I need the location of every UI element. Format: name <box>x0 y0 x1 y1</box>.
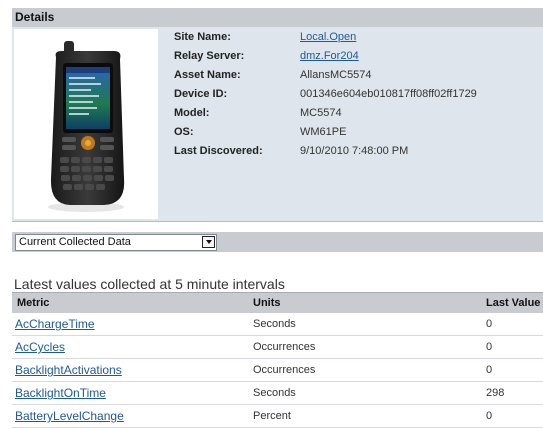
last-value-cell: 0 <box>486 318 493 330</box>
units-cell: Occurrences <box>253 364 316 376</box>
last-value-cell: 298 <box>486 387 505 399</box>
metric-link[interactable]: AcCycles <box>15 340 65 354</box>
table-row: BacklightActivations Occurrences 0 <box>12 359 543 382</box>
relay-server-label: Relay Server: <box>174 50 245 62</box>
units-cell: Occurrences <box>253 341 316 353</box>
asset-name-label: Asset Name: <box>174 69 241 81</box>
data-view-bar: Current Collected Data <box>12 232 543 252</box>
os-value: WM61PE <box>300 126 347 138</box>
units-cell: Seconds <box>253 318 296 330</box>
metric-link[interactable]: AcChargeTime <box>15 317 95 331</box>
device-info: Site Name: Local.Open Relay Server: dmz.… <box>174 30 543 158</box>
device-id-label: Device ID: <box>174 88 228 100</box>
collection-interval-text: Latest values collected at 5 minute inte… <box>14 276 285 292</box>
site-name-label: Site Name: <box>174 31 231 43</box>
metric-link[interactable]: BatteryLevelChange <box>15 409 124 423</box>
table-row: AcChargeTime Seconds 0 <box>12 313 543 336</box>
data-view-select[interactable]: Current Collected Data <box>15 234 217 251</box>
device-id-value: 001346e604eb010817ff08ff02ff1729 <box>300 88 477 100</box>
model-label: Model: <box>174 107 210 119</box>
os-label: OS: <box>174 126 194 138</box>
site-name-link[interactable]: Local.Open <box>300 30 543 44</box>
metric-link[interactable]: BacklightActivations <box>15 363 122 377</box>
last-value-cell: 0 <box>486 410 493 422</box>
table-row: BatteryLevelChange Percent 0 <box>12 405 543 428</box>
last-value-cell: 0 <box>486 364 493 376</box>
table-row: BacklightOnTime Seconds 298 <box>12 382 543 405</box>
model-value: MC5574 <box>300 107 342 119</box>
asset-name-value: AllansMC5574 <box>300 69 372 81</box>
metric-link[interactable]: BacklightOnTime <box>15 386 106 400</box>
handheld-device-icon <box>48 41 125 212</box>
column-header-units[interactable]: Units <box>253 297 281 309</box>
last-value-cell: 0 <box>486 341 493 353</box>
details-title: Details <box>15 10 55 24</box>
last-discovered-label: Last Discovered: <box>174 145 263 157</box>
device-image <box>14 29 158 219</box>
chevron-down-icon[interactable] <box>202 236 215 248</box>
last-discovered-value: 9/10/2010 7:48:00 PM <box>300 145 409 157</box>
column-header-metric[interactable]: Metric <box>17 297 49 309</box>
units-cell: Percent <box>253 410 291 422</box>
details-header: Details <box>12 8 543 28</box>
details-panel: Site Name: Local.Open Relay Server: dmz.… <box>12 27 543 222</box>
metrics-table-header: Metric Units Last Value <box>12 292 543 313</box>
column-header-last-value[interactable]: Last Value <box>486 297 540 309</box>
relay-server-link[interactable]: dmz.For204 <box>300 49 543 63</box>
table-row: AcCycles Occurrences 0 <box>12 336 543 359</box>
units-cell: Seconds <box>253 387 296 399</box>
data-view-select-value: Current Collected Data <box>19 236 131 248</box>
